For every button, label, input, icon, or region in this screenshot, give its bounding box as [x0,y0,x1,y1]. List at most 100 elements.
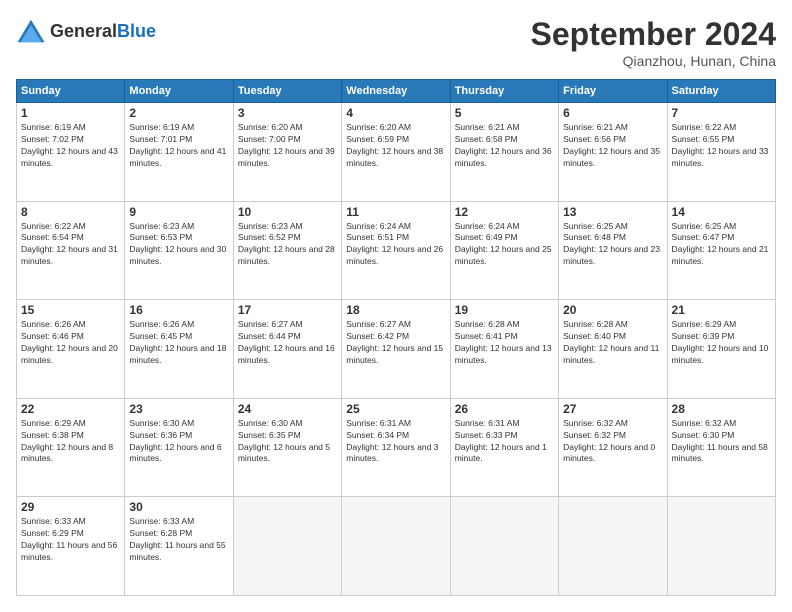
day-detail: Sunrise: 6:23 AMSunset: 6:53 PMDaylight:… [129,221,228,269]
day-detail: Sunrise: 6:32 AMSunset: 6:30 PMDaylight:… [672,418,771,466]
calendar-day: 16Sunrise: 6:26 AMSunset: 6:45 PMDayligh… [125,300,233,399]
day-number: 20 [563,303,662,317]
calendar-day: 12 Sunrise: 6:24 AMSunset: 6:49 PMDayligh… [450,201,558,300]
day-detail: Sunrise: 6:26 AMSunset: 6:45 PMDaylight:… [129,319,228,367]
calendar-day: 30 Sunrise: 6:33 AMSunset: 6:28 PMDayligh… [125,497,233,596]
day-number: 13 [563,205,662,219]
calendar: Sunday Monday Tuesday Wednesday Thursday… [16,79,776,596]
day-number: 22 [21,402,120,416]
calendar-day: 27 Sunrise: 6:32 AMSunset: 6:32 PMDayligh… [559,398,667,497]
day-detail: Sunrise: 6:29 AMSunset: 6:39 PMDaylight:… [672,319,771,367]
day-number: 9 [129,205,228,219]
day-detail: Sunrise: 6:33 AMSunset: 6:28 PMDaylight:… [129,516,228,564]
day-number: 5 [455,106,554,120]
day-detail: Sunrise: 6:24 AMSunset: 6:51 PMDaylight:… [346,221,445,269]
header: GeneralBlue September 2024 Qianzhou, Hun… [16,16,776,69]
day-number: 8 [21,205,120,219]
calendar-day: 3 Sunrise: 6:20 AMSunset: 7:00 PMDaylight… [233,103,341,202]
day-detail: Sunrise: 6:30 AMSunset: 6:35 PMDaylight:… [238,418,337,466]
calendar-header-row: Sunday Monday Tuesday Wednesday Thursday… [17,80,776,103]
col-monday: Monday [125,80,233,103]
day-number: 4 [346,106,445,120]
calendar-day: 8 Sunrise: 6:22 AMSunset: 6:54 PMDaylight… [17,201,125,300]
col-sunday: Sunday [17,80,125,103]
day-detail: Sunrise: 6:23 AMSunset: 6:52 PMDaylight:… [238,221,337,269]
col-tuesday: Tuesday [233,80,341,103]
calendar-day: 4 Sunrise: 6:20 AMSunset: 6:59 PMDaylight… [342,103,450,202]
col-friday: Friday [559,80,667,103]
calendar-day: 6Sunrise: 6:21 AMSunset: 6:56 PMDaylight… [559,103,667,202]
month-title: September 2024 [531,16,776,53]
calendar-week-5: 29 Sunrise: 6:33 AMSunset: 6:29 PMDayligh… [17,497,776,596]
day-detail: Sunrise: 6:29 AMSunset: 6:38 PMDaylight:… [21,418,120,466]
calendar-day: 7 Sunrise: 6:22 AMSunset: 6:55 PMDaylight… [667,103,775,202]
calendar-day [667,497,775,596]
day-number: 7 [672,106,771,120]
calendar-day: 26 Sunrise: 6:31 AMSunset: 6:33 PMDayligh… [450,398,558,497]
day-number: 28 [672,402,771,416]
calendar-day: 1Sunrise: 6:19 AMSunset: 7:02 PMDaylight… [17,103,125,202]
day-detail: Sunrise: 6:22 AMSunset: 6:55 PMDaylight:… [672,122,771,170]
calendar-day [559,497,667,596]
day-number: 21 [672,303,771,317]
day-detail: Sunrise: 6:26 AMSunset: 6:46 PMDaylight:… [21,319,120,367]
day-number: 27 [563,402,662,416]
calendar-day: 23Sunrise: 6:30 AMSunset: 6:36 PMDayligh… [125,398,233,497]
calendar-day [233,497,341,596]
calendar-day: 24 Sunrise: 6:30 AMSunset: 6:35 PMDayligh… [233,398,341,497]
day-detail: Sunrise: 6:19 AMSunset: 7:01 PMDaylight:… [129,122,228,170]
day-number: 23 [129,402,228,416]
day-number: 18 [346,303,445,317]
day-number: 6 [563,106,662,120]
title-block: September 2024 Qianzhou, Hunan, China [531,16,776,69]
calendar-day: 14 Sunrise: 6:25 AMSunset: 6:47 PMDayligh… [667,201,775,300]
calendar-day: 5 Sunrise: 6:21 AMSunset: 6:58 PMDaylight… [450,103,558,202]
day-detail: Sunrise: 6:31 AMSunset: 6:34 PMDaylight:… [346,418,445,466]
calendar-day: 13Sunrise: 6:25 AMSunset: 6:48 PMDayligh… [559,201,667,300]
calendar-day: 2 Sunrise: 6:19 AMSunset: 7:01 PMDaylight… [125,103,233,202]
day-number: 3 [238,106,337,120]
calendar-day: 18 Sunrise: 6:27 AMSunset: 6:42 PMDayligh… [342,300,450,399]
day-number: 24 [238,402,337,416]
day-number: 19 [455,303,554,317]
day-detail: Sunrise: 6:27 AMSunset: 6:44 PMDaylight:… [238,319,337,367]
day-number: 30 [129,500,228,514]
day-detail: Sunrise: 6:28 AMSunset: 6:40 PMDaylight:… [563,319,662,367]
day-detail: Sunrise: 6:20 AMSunset: 7:00 PMDaylight:… [238,122,337,170]
logo-text: GeneralBlue [50,22,156,40]
calendar-day: 22 Sunrise: 6:29 AMSunset: 6:38 PMDayligh… [17,398,125,497]
calendar-day: 21 Sunrise: 6:29 AMSunset: 6:39 PMDayligh… [667,300,775,399]
day-detail: Sunrise: 6:32 AMSunset: 6:32 PMDaylight:… [563,418,662,466]
col-thursday: Thursday [450,80,558,103]
day-detail: Sunrise: 6:33 AMSunset: 6:29 PMDaylight:… [21,516,120,564]
calendar-day: 29 Sunrise: 6:33 AMSunset: 6:29 PMDayligh… [17,497,125,596]
logo: GeneralBlue [16,16,156,46]
logo-icon [16,16,46,46]
calendar-week-1: 1Sunrise: 6:19 AMSunset: 7:02 PMDaylight… [17,103,776,202]
day-number: 2 [129,106,228,120]
day-number: 17 [238,303,337,317]
day-detail: Sunrise: 6:21 AMSunset: 6:58 PMDaylight:… [455,122,554,170]
calendar-day: 10Sunrise: 6:23 AMSunset: 6:52 PMDayligh… [233,201,341,300]
day-number: 15 [21,303,120,317]
day-detail: Sunrise: 6:28 AMSunset: 6:41 PMDaylight:… [455,319,554,367]
day-detail: Sunrise: 6:20 AMSunset: 6:59 PMDaylight:… [346,122,445,170]
calendar-day: 19 Sunrise: 6:28 AMSunset: 6:41 PMDayligh… [450,300,558,399]
day-detail: Sunrise: 6:31 AMSunset: 6:33 PMDaylight:… [455,418,554,466]
calendar-day: 25Sunrise: 6:31 AMSunset: 6:34 PMDayligh… [342,398,450,497]
calendar-week-3: 15 Sunrise: 6:26 AMSunset: 6:46 PMDayligh… [17,300,776,399]
page: GeneralBlue September 2024 Qianzhou, Hun… [0,0,792,612]
day-number: 14 [672,205,771,219]
day-detail: Sunrise: 6:27 AMSunset: 6:42 PMDaylight:… [346,319,445,367]
calendar-day: 9 Sunrise: 6:23 AMSunset: 6:53 PMDaylight… [125,201,233,300]
day-number: 12 [455,205,554,219]
day-detail: Sunrise: 6:22 AMSunset: 6:54 PMDaylight:… [21,221,120,269]
day-detail: Sunrise: 6:24 AMSunset: 6:49 PMDaylight:… [455,221,554,269]
day-number: 1 [21,106,120,120]
calendar-day [342,497,450,596]
day-number: 29 [21,500,120,514]
calendar-day [450,497,558,596]
col-wednesday: Wednesday [342,80,450,103]
day-detail: Sunrise: 6:25 AMSunset: 6:47 PMDaylight:… [672,221,771,269]
day-number: 26 [455,402,554,416]
